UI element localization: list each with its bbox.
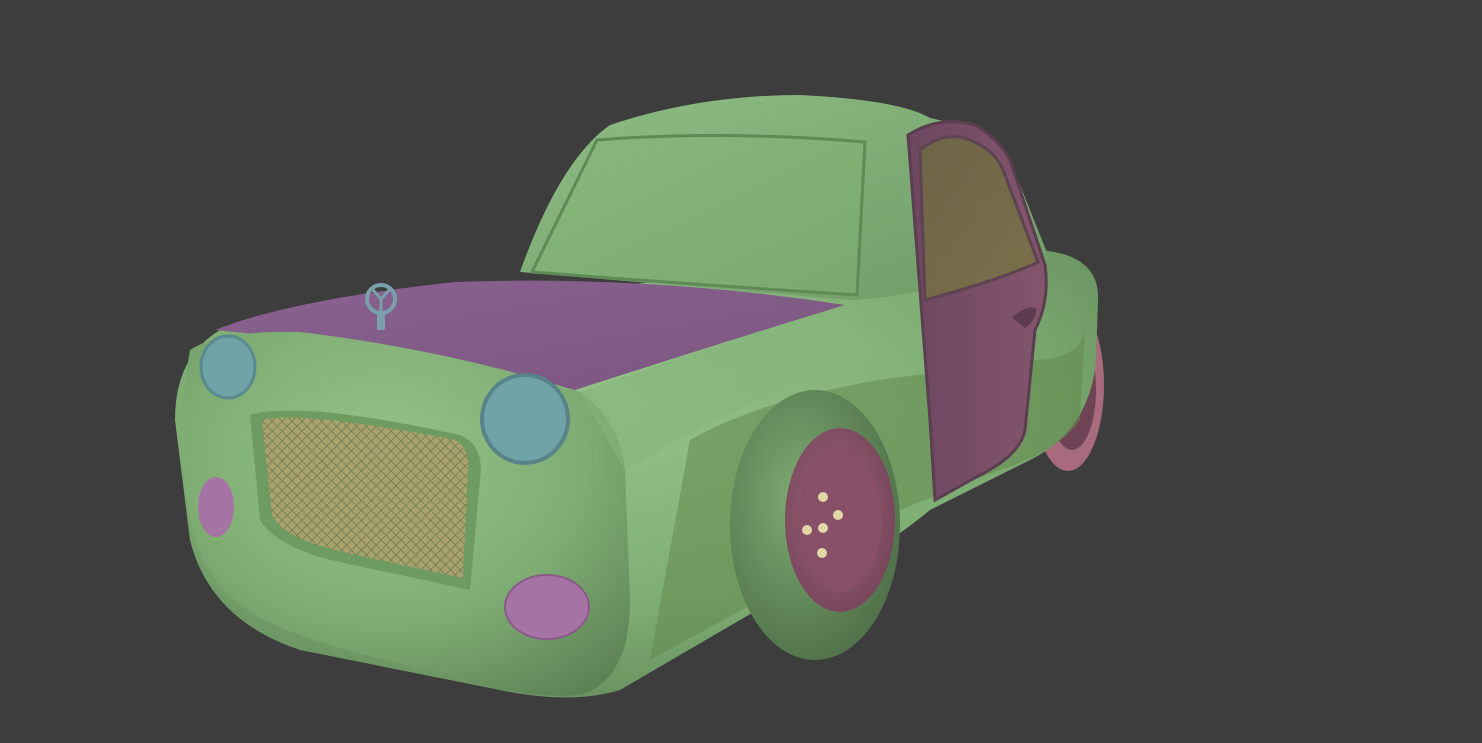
right-headlight [480, 373, 570, 465]
front-wheel [730, 390, 900, 660]
car-render [175, 95, 1104, 698]
left-foglight [198, 477, 234, 537]
3d-viewport[interactable] [0, 0, 1482, 743]
left-headlight [199, 334, 257, 400]
right-foglight [504, 574, 590, 640]
